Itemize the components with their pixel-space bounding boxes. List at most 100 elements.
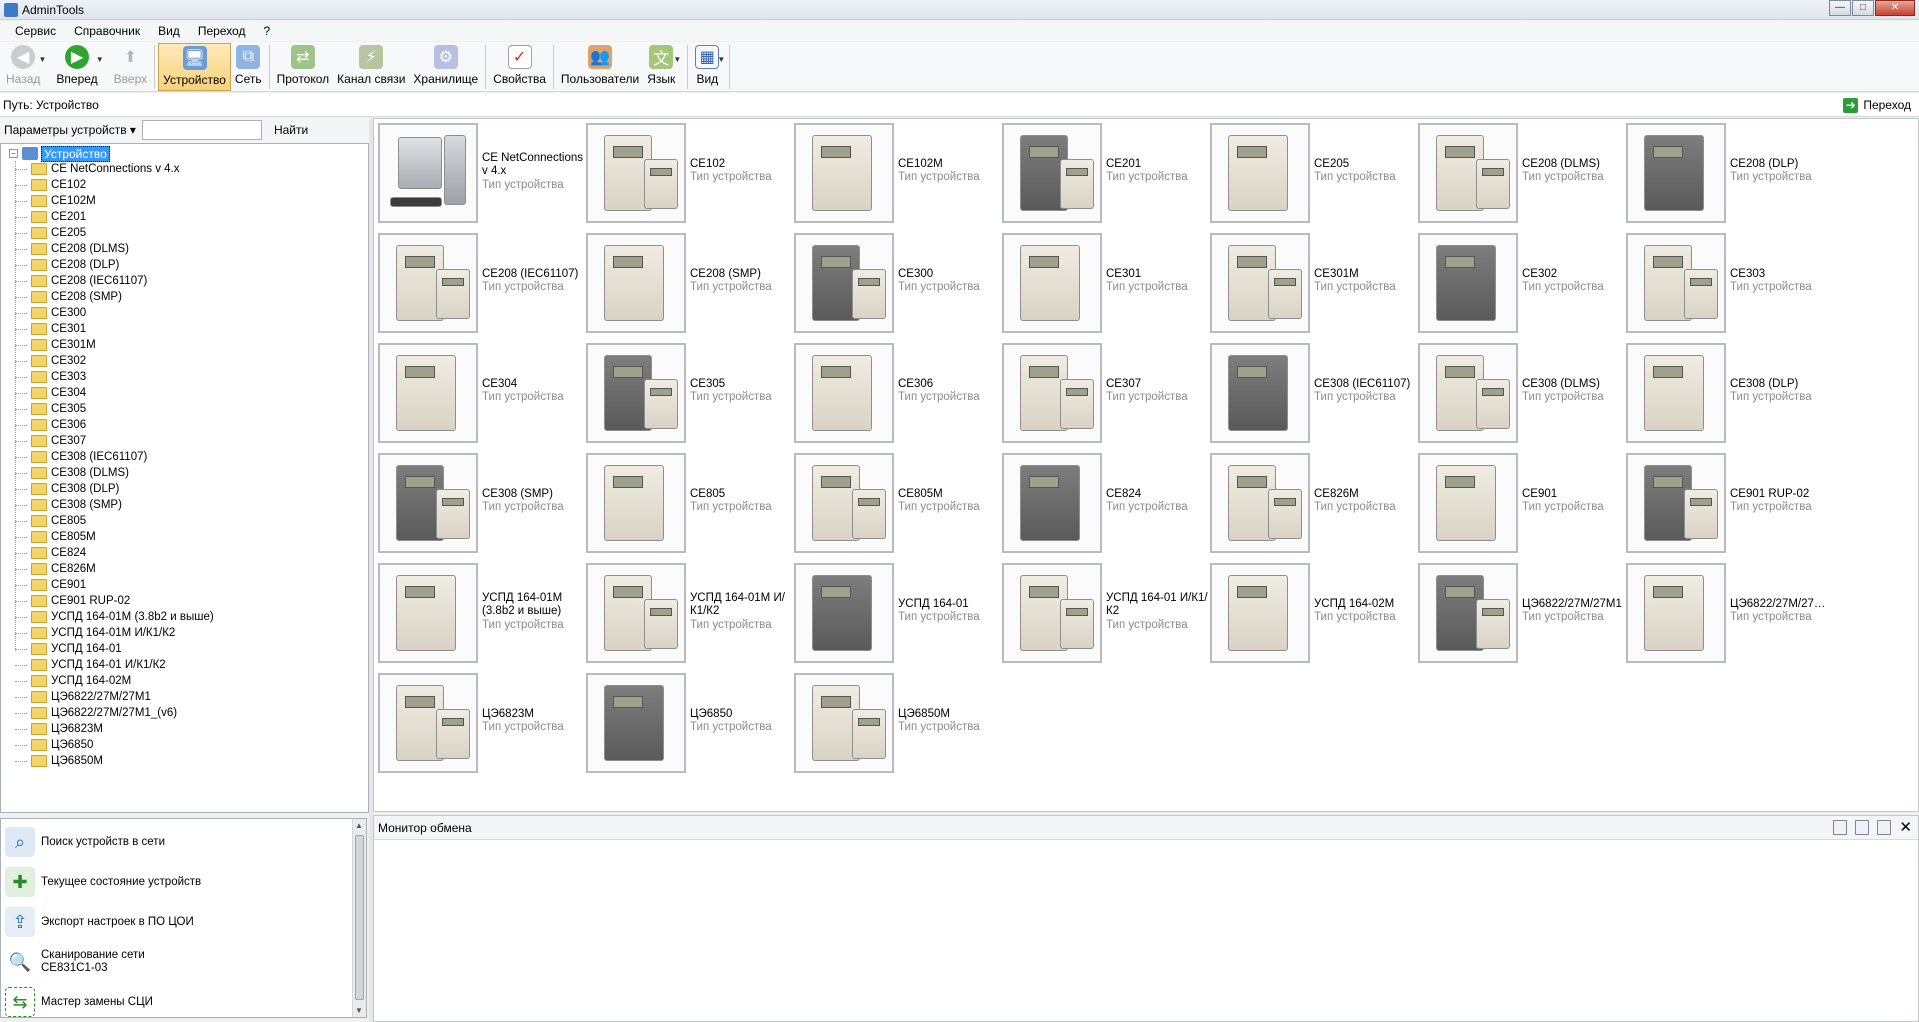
tree-item[interactable]: CE208 (DLP) — [15, 257, 214, 273]
tree-item[interactable]: CE805M — [15, 529, 214, 545]
device-card[interactable]: CE301M Тип устройства — [1210, 233, 1418, 335]
minimize-button[interactable]: — — [1829, 0, 1851, 16]
maximize-button[interactable]: □ — [1852, 0, 1874, 16]
tree-item[interactable]: ЦЭ6850 — [15, 737, 214, 753]
tree-item[interactable]: CE302 — [15, 353, 214, 369]
device-card[interactable]: CE805 Тип устройства — [586, 453, 794, 555]
channel-button[interactable]: ⚡ Канал связи — [333, 43, 409, 91]
tree-item[interactable]: CE306 — [15, 417, 214, 433]
tree-item[interactable]: CE308 (DLMS) — [15, 465, 214, 481]
filter-dropdown[interactable]: Параметры устройств ▾ — [4, 123, 136, 137]
device-card[interactable]: CE102M Тип устройства — [794, 123, 1002, 225]
chevron-down-icon[interactable]: ▼ — [38, 55, 46, 64]
device-card[interactable]: CE307 Тип устройства — [1002, 343, 1210, 445]
users-button[interactable]: 👥 Пользователи — [557, 43, 643, 91]
forward-button[interactable]: ▶ Вперед ▼ — [52, 43, 104, 91]
tree-item[interactable]: CE208 (SMP) — [15, 289, 214, 305]
close-window-button[interactable]: ✕ — [1875, 0, 1915, 16]
task-replace-wizard[interactable]: ⇆ Мастер замены СЦИ — [5, 987, 153, 1017]
tree-root[interactable]: − Устройство — [9, 145, 110, 162]
task-device-status[interactable]: ✚ Текущее состояние устройств — [5, 867, 201, 897]
device-card[interactable]: CE102 Тип устройства — [586, 123, 794, 225]
device-card[interactable]: CE301 Тип устройства — [1002, 233, 1210, 335]
device-card[interactable]: ЦЭ6850 Тип устройства — [586, 673, 794, 775]
device-card[interactable]: CE302 Тип устройства — [1418, 233, 1626, 335]
tree-item[interactable]: CE308 (SMP) — [15, 497, 214, 513]
tree-item[interactable]: CE208 (IEC61107) — [15, 273, 214, 289]
clear-log-icon[interactable] — [1877, 820, 1892, 835]
device-card[interactable]: УСПД 164-01М (3.8b2 и выше) Тип устройств… — [378, 563, 586, 665]
device-card[interactable]: УСПД 164-01М И/К1/К2 Тип устройства — [586, 563, 794, 665]
device-card[interactable]: CE826M Тип устройства — [1210, 453, 1418, 555]
device-card[interactable]: ЦЭ6823М Тип устройства — [378, 673, 586, 775]
tree-item[interactable]: ЦЭ6822/27М/27М1_(v6) — [15, 705, 214, 721]
tree-item[interactable]: ЦЭ6823М — [15, 721, 214, 737]
scroll-up-icon[interactable]: ▲ — [355, 821, 363, 830]
task-export-settings[interactable]: ⇪ Экспорт настроек в ПО ЦОИ — [5, 907, 194, 937]
tree-item[interactable]: CE826M — [15, 561, 214, 577]
filter-input[interactable] — [141, 120, 262, 140]
device-card[interactable]: CE208 (DLP) Тип устройства — [1626, 123, 1834, 225]
network-button[interactable]: ⧉ Сеть — [231, 43, 266, 91]
device-card[interactable]: CE305 Тип устройства — [586, 343, 794, 445]
device-card[interactable]: CE308 (IEC61107) Тип устройства — [1210, 343, 1418, 445]
device-card[interactable]: CE308 (DLP) Тип устройства — [1626, 343, 1834, 445]
tree-item[interactable]: CE102M — [15, 193, 214, 209]
tree-item[interactable]: CE301M — [15, 337, 214, 353]
up-button[interactable]: ⬆ Вверх — [110, 43, 151, 91]
tree-item[interactable]: CE303 — [15, 369, 214, 385]
device-card[interactable]: УСПД 164-02М Тип устройства — [1210, 563, 1418, 665]
tree-item[interactable]: УСПД 164-01М (3.8b2 и выше) — [15, 609, 214, 625]
properties-button[interactable]: ✓ Свойства — [489, 43, 550, 91]
protocol-button[interactable]: ⇄ Протокол — [273, 43, 334, 91]
tree-item[interactable]: CE205 — [15, 225, 214, 241]
menu-view[interactable]: Вид — [149, 24, 189, 38]
tree-item[interactable]: CE308 (DLP) — [15, 481, 214, 497]
tree-item[interactable]: CE307 — [15, 433, 214, 449]
storage-button[interactable]: ⚙ Хранилище — [409, 43, 482, 91]
devices-button[interactable]: 🖥 Устройство — [158, 43, 231, 91]
chevron-down-icon[interactable]: ▼ — [673, 55, 681, 64]
device-card[interactable]: CE304 Тип устройства — [378, 343, 586, 445]
task-network-search[interactable]: ⌕ Поиск устройств в сети — [5, 827, 165, 857]
tree-item[interactable]: УСПД 164-02М — [15, 673, 214, 689]
device-card[interactable]: CE306 Тип устройства — [794, 343, 1002, 445]
language-button[interactable]: 文 Язык ▼ — [643, 43, 681, 91]
device-card[interactable]: CE208 (IEC61107) Тип устройства — [378, 233, 586, 335]
tree-item[interactable]: CE208 (DLMS) — [15, 241, 214, 257]
tree-item[interactable]: УСПД 164-01 И/К1/К2 — [15, 657, 214, 673]
close-icon[interactable]: ✕ — [1899, 820, 1912, 835]
scroll-down-icon[interactable]: ▼ — [355, 1006, 363, 1015]
device-card[interactable]: УСПД 164-01 Тип устройства — [794, 563, 1002, 665]
device-card[interactable]: CE303 Тип устройства — [1626, 233, 1834, 335]
device-card[interactable]: CE208 (SMP) Тип устройства — [586, 233, 794, 335]
path-input[interactable]: Устройство — [36, 98, 1919, 112]
device-card[interactable]: CE201 Тип устройства — [1002, 123, 1210, 225]
go-button[interactable]: ➜ Переход — [1843, 95, 1917, 115]
tree-item[interactable]: CE102 — [15, 177, 214, 193]
find-button[interactable]: Найти — [268, 123, 314, 137]
tasks-scrollbar[interactable]: ▲ ▼ — [352, 819, 366, 1017]
new-document-icon[interactable] — [1855, 820, 1870, 835]
tree-item[interactable]: CE304 — [15, 385, 214, 401]
tree-item[interactable]: CE201 — [15, 209, 214, 225]
device-card[interactable]: CE308 (DLMS) Тип устройства — [1418, 343, 1626, 445]
scroll-thumb[interactable] — [355, 835, 364, 1000]
device-card[interactable]: CE901 Тип устройства — [1418, 453, 1626, 555]
tree-item[interactable]: CE300 — [15, 305, 214, 321]
device-card[interactable]: CE300 Тип устройства — [794, 233, 1002, 335]
device-card[interactable]: ЦЭ6822/27М/27М1 Тип устройства — [1418, 563, 1626, 665]
save-log-icon[interactable] — [1833, 820, 1848, 835]
tree-item[interactable]: ЦЭ6850М — [15, 753, 214, 769]
tree-item[interactable]: CE901 — [15, 577, 214, 593]
tree-item[interactable]: CE301 — [15, 321, 214, 337]
tree-item[interactable]: УСПД 164-01 — [15, 641, 214, 657]
device-card[interactable]: CE208 (DLMS) Тип устройства — [1418, 123, 1626, 225]
device-card[interactable]: CE824 Тип устройства — [1002, 453, 1210, 555]
device-card[interactable]: CE NetConnections v 4.x Тип устройства — [378, 123, 586, 225]
collapse-icon[interactable]: − — [9, 149, 18, 158]
tree-item[interactable]: CE NetConnections v 4.x — [15, 161, 214, 177]
device-card[interactable]: CE805M Тип устройства — [794, 453, 1002, 555]
menu-service[interactable]: Сервис — [6, 24, 65, 38]
menu-navigate[interactable]: Переход — [189, 24, 255, 38]
